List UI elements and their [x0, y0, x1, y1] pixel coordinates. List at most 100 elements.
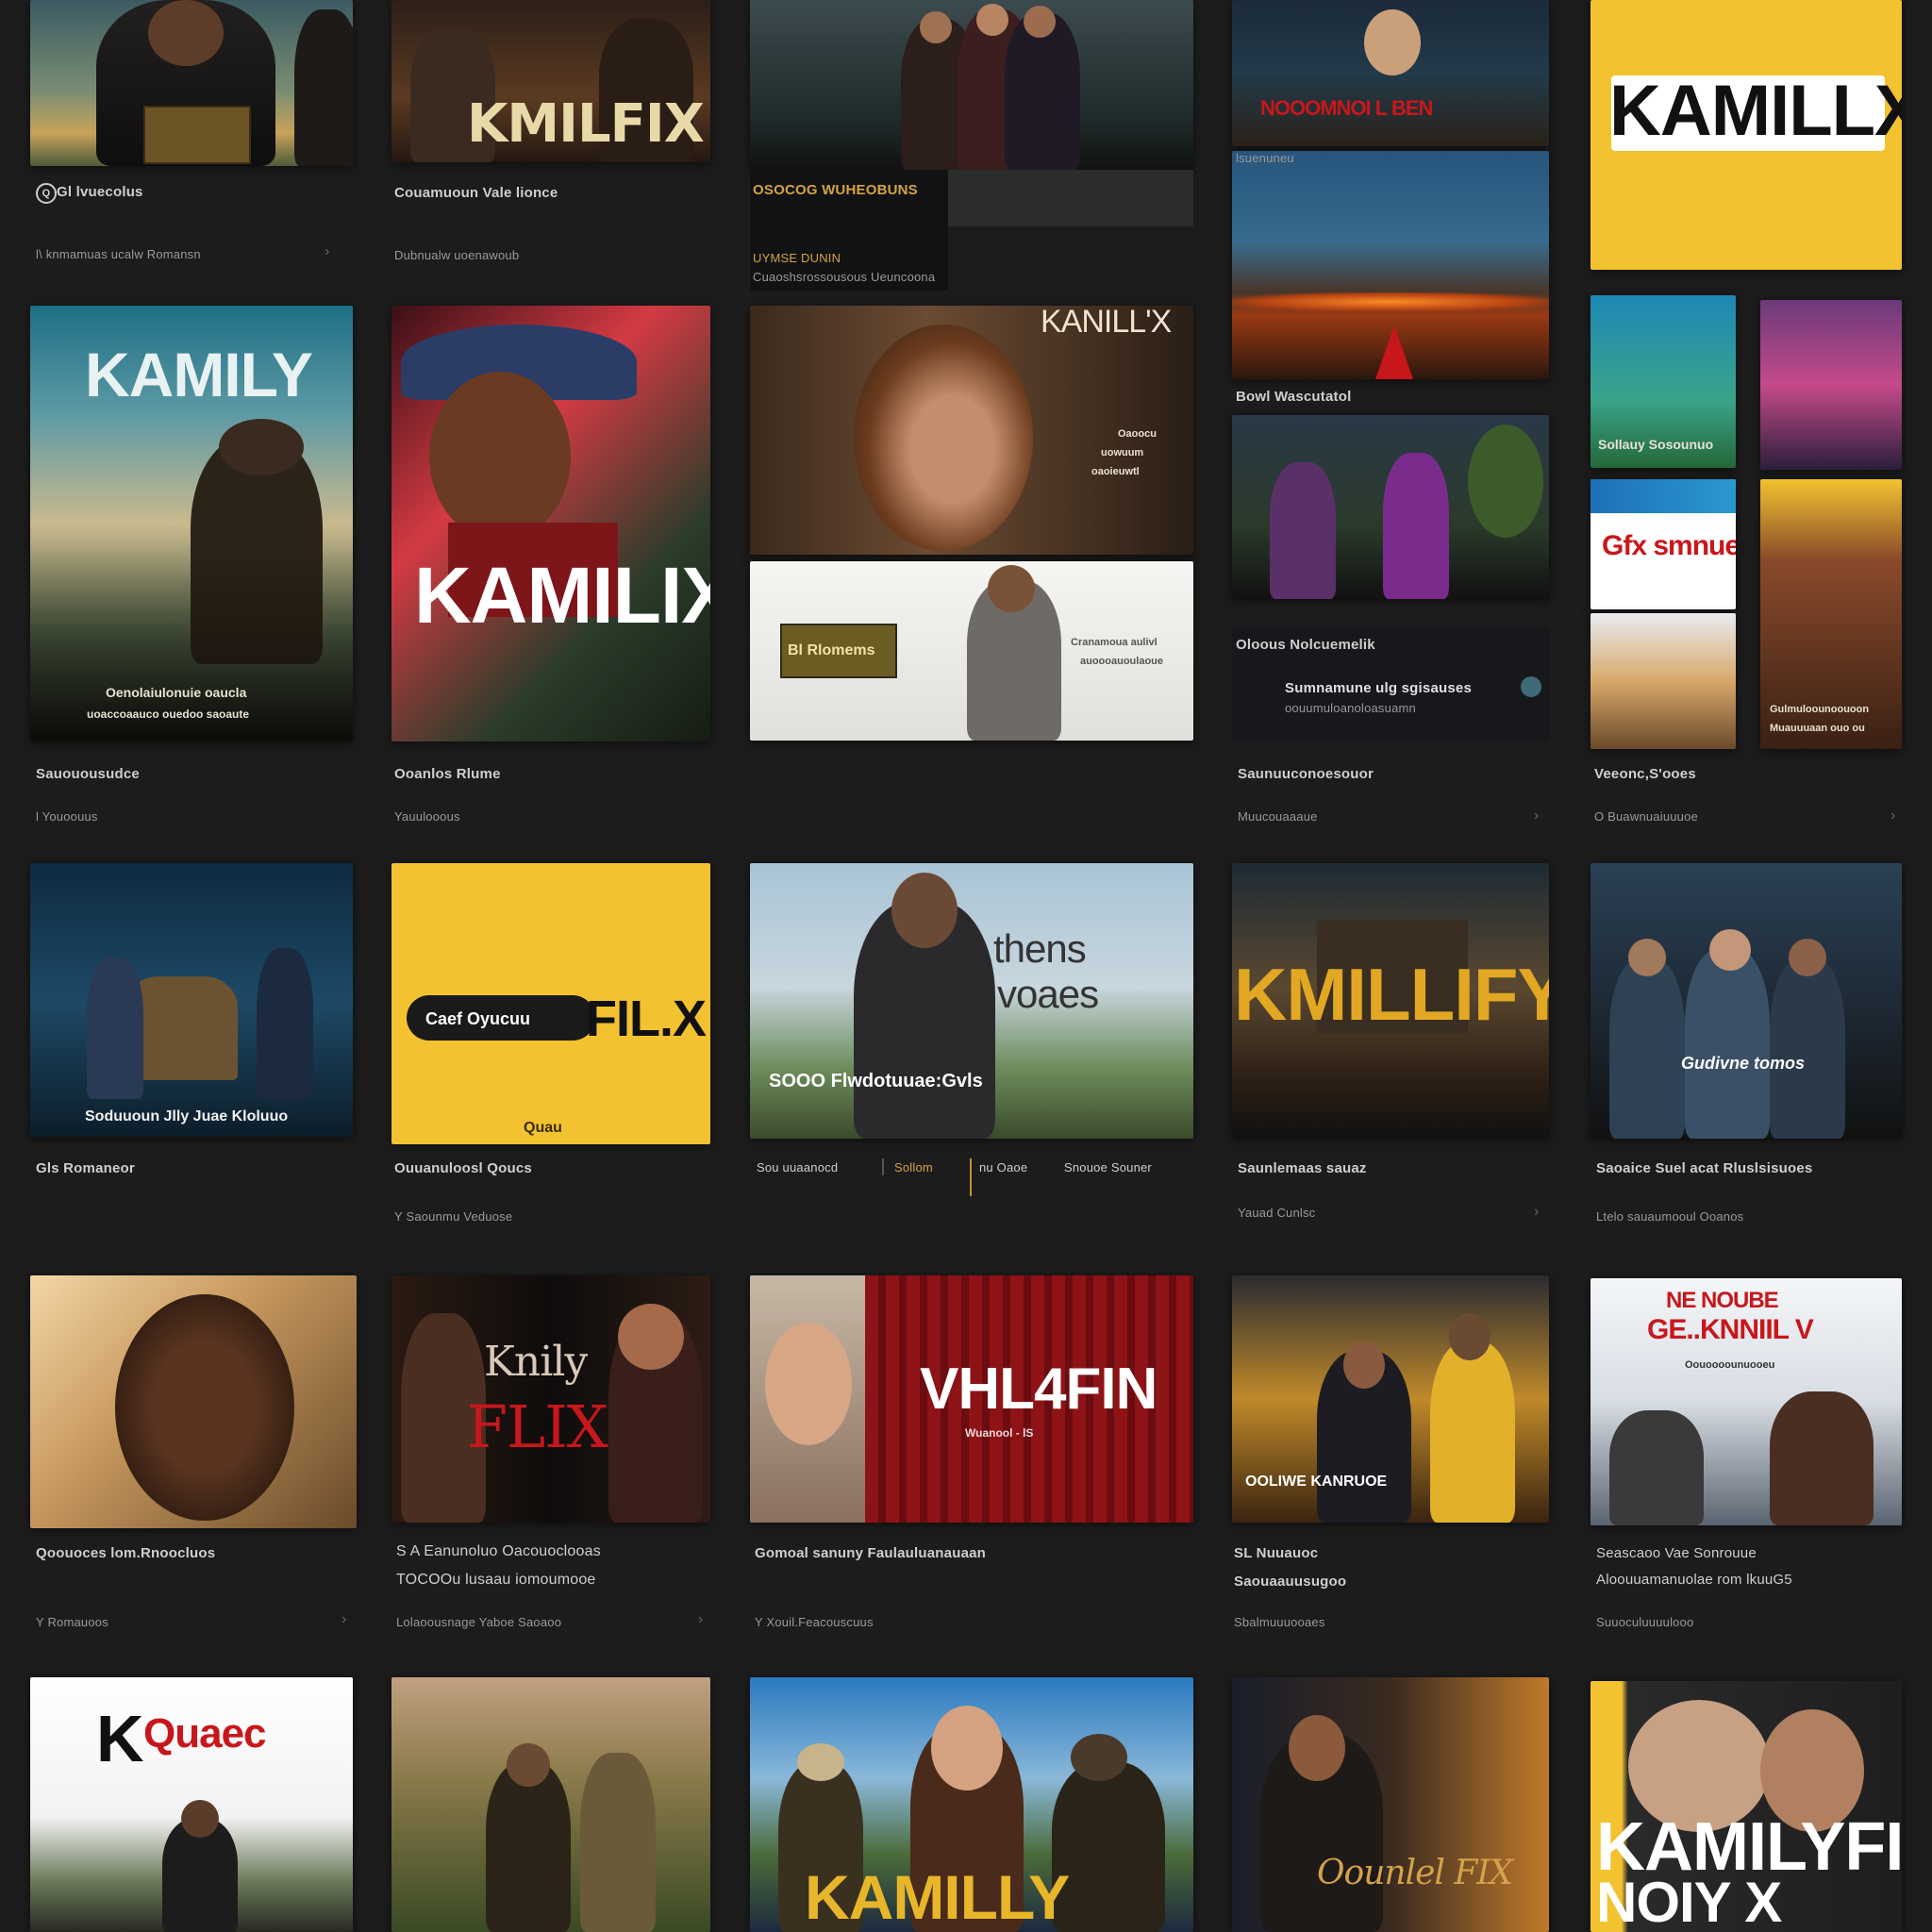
poster-r2c2[interactable]: KAMILIX: [391, 306, 710, 741]
poster-sub-r3c5: Gudivne tomos: [1681, 1054, 1806, 1073]
meta-r4c2: Lolaoousnage Yaboe Saoaoo: [396, 1615, 562, 1629]
chevron-right-icon[interactable]: ›: [1534, 1204, 1539, 1221]
poster-sub-r2c1: Oenolaiulonuie oaucla: [106, 685, 247, 700]
poster-r1c3[interactable]: [750, 0, 1193, 170]
poster-r2c4[interactable]: [1232, 415, 1549, 599]
poster-r1c1[interactable]: [30, 0, 353, 166]
caption-r1c3[interactable]: OSOCOG WUHEOBUNS: [753, 182, 918, 198]
banner-r1c4: NOOOMNOI L BEN: [1260, 96, 1433, 120]
caption-r3c4[interactable]: Saunlemaas sauaz: [1238, 1160, 1367, 1176]
poster-title2-r4c2: FLIX: [467, 1392, 608, 1461]
poster-title-r2c1: KAMILY: [85, 340, 313, 409]
play-icon[interactable]: [1521, 676, 1541, 697]
caption-r2c1[interactable]: Sauouousudce: [36, 766, 140, 782]
poster-r4c2[interactable]: Knily FLIX: [391, 1275, 710, 1523]
caption-r3c1[interactable]: Gls Romaneor: [36, 1160, 135, 1176]
tab-divider: [882, 1158, 884, 1175]
meta-r1c2: Dubnualw uoenawoub: [394, 248, 520, 262]
caption-r3c5[interactable]: Saoaice Suel acat Rluslsisuoes: [1596, 1160, 1812, 1176]
caption-r2c5[interactable]: Veeonc,S'ooes: [1594, 766, 1696, 782]
caption-r1c2[interactable]: Couamuoun Vale lionce: [394, 185, 558, 201]
poster-r1c5[interactable]: KAMILLX: [1591, 0, 1902, 270]
card-text-r2c3: Cranamoua aulivl: [1071, 637, 1158, 648]
meta-r4c5: Suuoculuuuulooo: [1596, 1615, 1694, 1629]
meta-r3c4: Yauad Cunlsc: [1238, 1206, 1316, 1220]
poster-title-r4c3: VHL4FIN: [920, 1357, 1158, 1422]
caption-r4c2[interactable]: S A Eanunoluo Oacouoclooas: [396, 1543, 601, 1560]
meta-r3c5: Ltelo sauaumooul Ooanos: [1596, 1209, 1744, 1224]
poster-sub-r4c5: Oouoooounuooeu: [1685, 1359, 1775, 1371]
caption-r1c4[interactable]: Bowl Wascutatol: [1236, 389, 1351, 405]
caption-r2c2[interactable]: Ooanlos Rlume: [394, 766, 501, 782]
poster-r4c4[interactable]: OOLIWE KANRUOE: [1232, 1275, 1549, 1523]
poster-r3c3[interactable]: thens voaes SOOO Flwdotuuae:Gvls: [750, 863, 1193, 1139]
tile-r2c5-c[interactable]: Gfx smnuei: [1591, 479, 1736, 609]
poster-title2-r5c5: NOIY X: [1596, 1871, 1782, 1932]
poster-title-r2c2: KAMILIX: [414, 551, 710, 640]
chevron-right-icon[interactable]: ›: [698, 1611, 703, 1628]
poster-title-r1c5: KAMILLX: [1609, 71, 1902, 151]
poster-r1c4b[interactable]: [1232, 151, 1549, 379]
chevron-right-icon[interactable]: ›: [1534, 808, 1539, 824]
poster-r3c2[interactable]: Caef Oyucuu FIL.X Quau: [391, 863, 710, 1144]
poster-r1c3b[interactable]: [948, 170, 1193, 226]
tile-r2c5-b[interactable]: [1760, 300, 1902, 470]
line-r4c4: OOLIWE KANRUOE: [1245, 1474, 1388, 1490]
meta-r1c3: UYMSE DUNIN: [753, 251, 841, 265]
meta-r1c1: l\ knmamuas ucalw Romansn: [36, 247, 201, 261]
caption3-r2c4[interactable]: Saunuuconoesouor: [1238, 766, 1374, 782]
poster-r5c2[interactable]: [391, 1677, 710, 1932]
poster-r5c4[interactable]: Oounlel FIX: [1232, 1677, 1549, 1932]
caption2-r4c2: TOCOOu lusaau iomoumooe: [396, 1572, 596, 1588]
tab2-r3c3[interactable]: Sollom: [894, 1160, 933, 1174]
tile-c-label: Gfx smnuei: [1602, 530, 1736, 561]
tab3-r3c3[interactable]: nu Oaoe: [979, 1160, 1027, 1174]
poster-title-r4c5: NE NOUBE: [1666, 1288, 1779, 1313]
meta-r2c4: oouumuloanoloasuamn: [1285, 701, 1416, 715]
poster-r4c5[interactable]: NE NOUBE GE..KNNIIL V Oouoooounuooeu: [1591, 1278, 1902, 1525]
tile-r2c5-a[interactable]: Sollauy Sosounuo: [1591, 295, 1736, 468]
caption-r3c2[interactable]: Ouuanuloosl Qoucs: [394, 1160, 532, 1176]
tab4-r3c3[interactable]: Snouoe Souner: [1064, 1160, 1152, 1174]
meta-r1c4: lsuenuneu: [1236, 151, 1294, 165]
poster-r5c5[interactable]: KAMILYFIX NOIY X: [1591, 1681, 1902, 1932]
card-text2-r2c3: auoooauoulaoue: [1080, 656, 1163, 667]
poster-r5c3[interactable]: KAMILLY: [750, 1677, 1193, 1932]
poster-r3c1[interactable]: Soduuoun Jlly Juae Kloluuo: [30, 863, 353, 1137]
poster-title2-r5c1: Quaec: [143, 1710, 267, 1757]
poster-r2c1[interactable]: KAMILY Oenolaiulonuie oaucla uoaccoaauco…: [30, 306, 353, 741]
poster-r4c1[interactable]: [30, 1275, 357, 1528]
caption-r4c3[interactable]: Gomoal sanuny Faulauluanauaan: [755, 1545, 986, 1561]
tile-r2c5-e[interactable]: [1591, 613, 1736, 749]
card-r2c3[interactable]: Bl Rlomems Cranamoua aulivl auoooauoulao…: [750, 561, 1193, 741]
side-text3-r2c3: oaoieuwtl: [1091, 466, 1140, 477]
poster-r4c3[interactable]: VHL4FIN Wuanool - lS: [750, 1275, 1193, 1523]
meta-r3c2: Y Saounmu Veduose: [394, 1209, 513, 1224]
tile-a-label: Sollauy Sosounuo: [1598, 437, 1714, 452]
caption2-r4c4: Saouaauusugoo: [1234, 1574, 1347, 1590]
meta-r2c1: l Youoouus: [36, 809, 98, 824]
poster-r1c2[interactable]: KMILFIX: [391, 0, 710, 162]
tab1-r3c3[interactable]: Sou uuaanocd: [757, 1160, 838, 1174]
tile-d-label2: Muauuuaan ouo ou: [1770, 723, 1865, 734]
caption-r4c1[interactable]: Qoouoces lom.Rnoocluos: [36, 1545, 215, 1561]
caption-r4c5[interactable]: Seascaoo Vae Sonrouue: [1596, 1545, 1757, 1561]
tile-d-label: Gulmuloounoouoon: [1770, 704, 1870, 715]
poster-title-r4c2: Knily: [484, 1338, 588, 1386]
caption-r1c1[interactable]: Gl lvuecolus: [57, 184, 143, 200]
tile-r2c5-d[interactable]: Gulmuloounoouoon Muauuuaan ouo ou: [1760, 479, 1902, 749]
poster-title2-r4c5: GE..KNNIIL V: [1647, 1314, 1814, 1345]
side-text-r2c3: Oaoocu: [1118, 428, 1157, 440]
poster-r3c4[interactable]: KMILLIFY: [1232, 863, 1549, 1139]
poster-r3c5[interactable]: Gudivne tomos: [1591, 863, 1902, 1139]
poster-title-r5c1: K: [96, 1702, 144, 1775]
poster-r1c4[interactable]: NOOOMNOI L BEN: [1232, 0, 1549, 146]
poster-r2c3[interactable]: KANILL'X Oaoocu uowuum oaoieuwtl: [750, 306, 1193, 555]
line-r3c3: SOOO Flwdotuuae:Gvls: [769, 1071, 983, 1091]
chevron-right-icon[interactable]: ›: [325, 243, 329, 260]
chevron-right-icon[interactable]: ›: [341, 1611, 346, 1628]
chevron-right-icon[interactable]: ›: [1890, 808, 1895, 824]
info-r2c4[interactable]: Oloous Nolcuemelik Sumnamune ulg sgisaus…: [1232, 627, 1549, 741]
caption-r4c4[interactable]: SL Nuuauoc: [1234, 1545, 1318, 1561]
poster-r5c1[interactable]: K Quaec: [30, 1677, 353, 1932]
